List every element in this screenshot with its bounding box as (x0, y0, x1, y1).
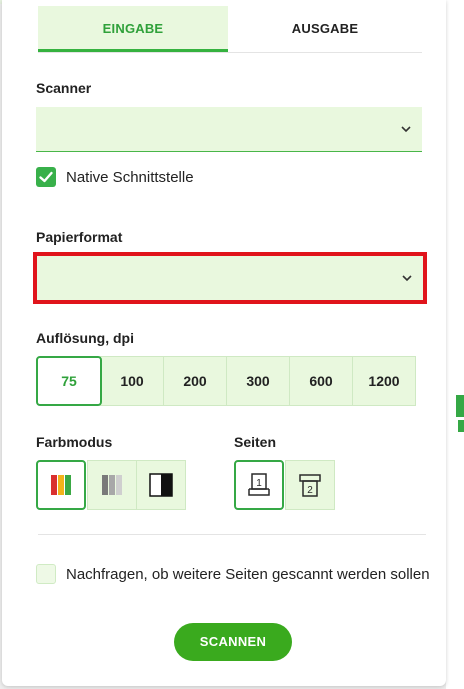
resolution-label: Auflösung, dpi (36, 330, 134, 346)
section-divider (38, 534, 426, 535)
single-sided-button[interactable]: 1 (234, 460, 284, 510)
single-sided-icon: 1 (248, 473, 270, 496)
resolution-200-button[interactable]: 200 (163, 356, 227, 406)
paper-format-label: Papierformat (36, 229, 123, 245)
resolution-75-button[interactable]: 75 (36, 356, 102, 406)
native-interface-checkbox[interactable] (36, 167, 56, 187)
resolution-300-button[interactable]: 300 (226, 356, 290, 406)
tab-ausgabe[interactable]: AUSGABE (228, 6, 422, 52)
ask-more-pages-checkbox[interactable] (36, 564, 56, 584)
ask-more-pages-label: Nachfragen, ob weitere Seiten gescannt w… (66, 566, 430, 583)
resolution-600-button[interactable]: 600 (289, 356, 353, 406)
paper-format-select[interactable] (33, 252, 427, 304)
grayscale-mode-button[interactable] (87, 460, 137, 510)
grayscale-mode-icon (102, 475, 122, 495)
color-mode-label: Farbmodus (36, 434, 113, 450)
background-green-mark (458, 420, 464, 432)
chevron-down-icon (401, 126, 411, 133)
resolution-100-button[interactable]: 100 (100, 356, 164, 406)
double-sided-icon: 2 (299, 474, 321, 497)
color-mode-button[interactable] (36, 460, 86, 510)
scan-settings-panel: EINGABE AUSGABE Scanner Native Schnittst… (2, 0, 446, 686)
svg-text:1: 1 (256, 478, 262, 489)
native-interface-label: Native Schnittstelle (66, 169, 194, 186)
double-sided-button[interactable]: 2 (285, 460, 335, 510)
resolution-1200-button[interactable]: 1200 (352, 356, 416, 406)
tab-eingabe[interactable]: EINGABE (38, 6, 228, 52)
scanner-select[interactable] (36, 107, 422, 152)
scanner-label: Scanner (36, 80, 92, 96)
pages-label: Seiten (234, 434, 277, 450)
color-mode-icon (51, 475, 71, 495)
background-window (446, 0, 464, 689)
svg-text:2: 2 (307, 485, 313, 496)
tab-bar: EINGABE AUSGABE (38, 6, 422, 53)
checkmark-icon (39, 171, 53, 183)
black-white-mode-icon (149, 473, 173, 497)
chevron-down-icon (402, 275, 412, 282)
black-white-mode-button[interactable] (136, 460, 186, 510)
background-green-mark (456, 395, 464, 417)
scan-button[interactable]: SCANNEN (174, 623, 292, 661)
